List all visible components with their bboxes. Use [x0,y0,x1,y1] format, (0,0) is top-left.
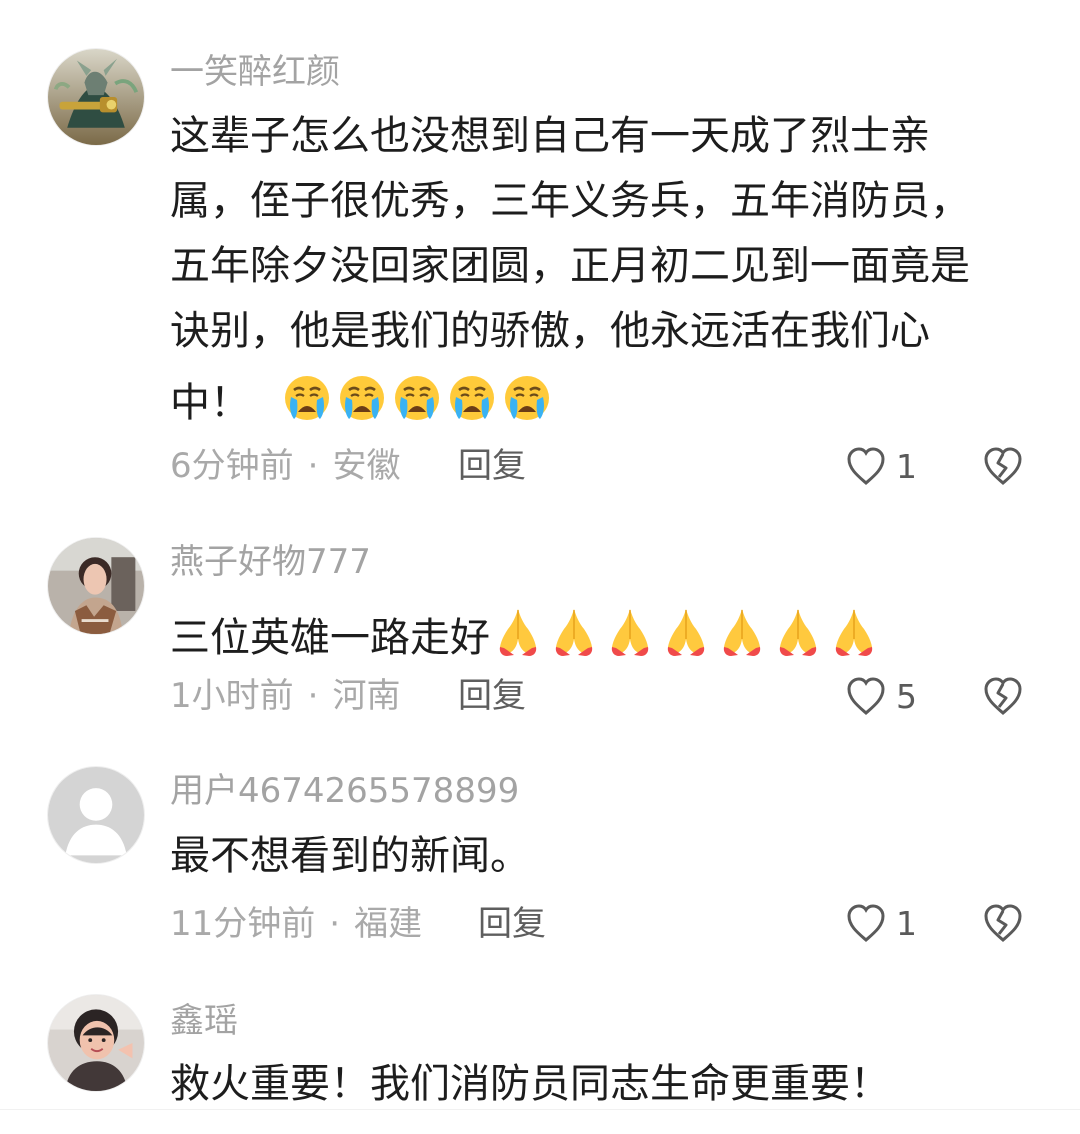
comment-time: 1小时前 [170,676,294,716]
broken-heart-icon[interactable] [979,900,1027,948]
like-count: 1 [896,447,917,486]
comment-text: 三位英雄一路走好 [170,595,1030,661]
crying-face-icon [449,376,494,420]
avatar[interactable] [47,766,145,864]
avatar[interactable] [47,537,145,635]
praying-hands-icon [835,609,873,656]
woman-avatar-icon [48,538,144,634]
comment-line: 五年除夕没回家团圆，正月初二见到一面竟是 [170,243,970,289]
reply-button[interactable]: 回复 [458,674,526,718]
avatar[interactable] [47,48,145,146]
username[interactable]: 一笑醉红颜 [170,51,340,93]
bottom-divider [0,1109,1080,1110]
heart-outline-icon [847,677,885,715]
comment-list: 一笑醉红颜 这辈子怎么也没想到自己有一天成了烈士亲 属，侄子很优秀，三年义务兵，… [0,0,1080,1134]
like-count: 5 [896,677,917,716]
warrior-avatar-icon [48,49,144,145]
like-button[interactable]: 1 [842,443,930,495]
default-user-avatar-icon [48,767,144,863]
crying-face-icon [504,376,549,420]
broken-heart-icon[interactable] [979,673,1027,721]
like-count: 1 [896,904,917,943]
comment-line-text: 中！ [170,380,250,426]
heart-outline-icon [847,447,885,485]
separator-dot: · [307,446,319,486]
comment-line-text: 三位英雄一路走好 [170,615,490,661]
crying-face-icon [284,376,329,420]
praying-hands-icon [723,609,761,656]
separator-dot: · [329,904,341,944]
praying-hands-icon [611,609,649,656]
heart-outline-icon [847,904,885,942]
crying-face-icon [394,376,439,420]
comment-location: 安徽 [332,446,401,486]
praying-hands-icon [499,609,537,656]
comment-line: 救火重要！我们消防员同志生命更重要！ [170,1061,890,1107]
comment-time: 6分钟前 [170,446,294,486]
comment-line: 这辈子怎么也没想到自己有一天成了烈士亲 [170,113,930,159]
avatar[interactable] [47,994,145,1092]
emoji-row [281,372,553,424]
praying-hands-icon [779,609,817,656]
praying-hands-icon [667,609,705,656]
comment-line: 最不想看到的新闻。 [170,833,530,879]
like-button[interactable]: 5 [842,673,930,725]
emoji-row [490,603,882,659]
comment-time: 11分钟前 [170,904,316,944]
like-button[interactable]: 1 [842,900,930,952]
comment-line: 诀别，他是我们的骄傲，他永远活在我们心 [170,308,930,354]
comment-text: 救火重要！我们消防员同志生命更重要！ [170,1052,1030,1117]
reply-button[interactable]: 回复 [458,444,526,488]
separator-dot: · [307,676,319,716]
comment-location: 河南 [332,676,401,716]
comment-location: 福建 [354,904,423,944]
child-avatar-icon [48,995,144,1091]
reply-button[interactable]: 回复 [478,902,546,946]
comment-line: 中！ [170,364,1030,429]
broken-heart-icon[interactable] [979,443,1027,491]
username[interactable]: 燕子好物777 [170,541,371,583]
comment-line: 三位英雄一路走好 [170,595,1030,661]
comment-text: 最不想看到的新闻。 [170,824,1030,889]
comment-line: 属，侄子很优秀，三年义务兵，五年消防员， [170,178,970,224]
username[interactable]: 用户4674265578899 [170,770,519,812]
comment-text: 这辈子怎么也没想到自己有一天成了烈士亲 属，侄子很优秀，三年义务兵，五年消防员，… [170,104,1030,429]
praying-hands-icon [555,609,593,656]
crying-face-icon [339,376,384,420]
username[interactable]: 鑫瑶 [170,1000,238,1042]
